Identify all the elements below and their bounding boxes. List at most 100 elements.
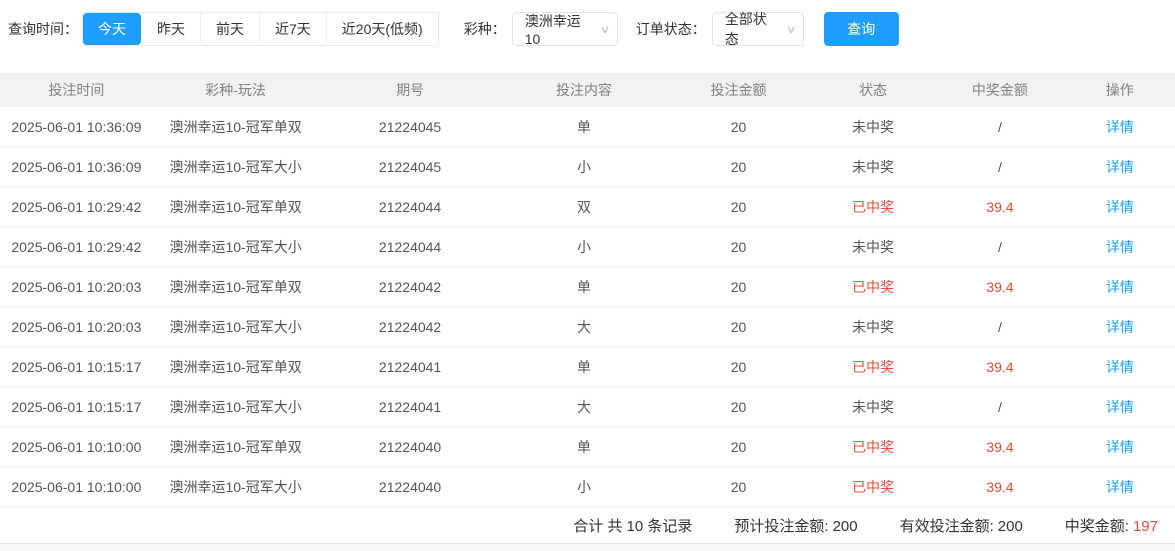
detail-link[interactable]: 详情 [1106,359,1134,375]
table-row: 2025-06-01 10:20:03 澳洲幸运10-冠军大小 21224042… [0,307,1175,348]
issue-cell: 21224040 [318,427,502,468]
action-cell: 详情 [1064,267,1175,308]
game-type-cell: 澳洲幸运10-冠军大小 [152,147,319,188]
game-type-cell: 澳洲幸运10-冠军单双 [152,107,319,148]
status-cell: 未中奖 [810,147,936,188]
detail-link[interactable]: 详情 [1106,479,1134,495]
col-issue: 期号 [318,73,502,107]
time-range-group: 今天 昨天 前天 近7天 近20天(低频) [82,12,439,46]
prize-cell: / [935,387,1065,428]
bet-time-cell: 2025-06-01 10:36:09 [0,147,153,188]
bet-time-cell: 2025-06-01 10:10:00 [0,427,153,468]
bet-time-cell: 2025-06-01 10:20:03 [0,307,153,348]
game-type-cell: 澳洲幸运10-冠军单双 [152,427,319,468]
prize-cell: 39.4 [935,467,1065,508]
action-cell: 详情 [1064,387,1175,428]
issue-cell: 21224045 [318,147,502,188]
table-row: 2025-06-01 10:29:42 澳洲幸运10-冠军大小 21224044… [0,227,1175,268]
issue-cell: 21224044 [318,187,502,228]
detail-link[interactable]: 详情 [1106,399,1134,415]
issue-cell: 21224042 [318,267,502,308]
bet-content-cell: 小 [501,147,667,188]
lottery-select-value: 澳洲幸运10 [524,13,581,47]
bet-history-page: 查询时间： 今天 昨天 前天 近7天 近20天(低频) 彩种： 澳洲幸运10 ∨ 订单状… [0,0,1175,551]
action-cell: 详情 [1064,307,1175,348]
bet-amount-cell: 20 [666,347,811,388]
bet-amount-cell: 20 [666,467,811,508]
status-cell: 已中奖 [810,467,936,508]
action-cell: 详情 [1064,227,1175,268]
bet-records-table: 投注时间 彩种-玩法 期号 投注内容 投注金额 状态 中奖金额 操作 2025-… [0,73,1175,508]
bet-amount-cell: 20 [666,387,811,428]
status-cell: 未中奖 [810,227,936,268]
detail-link[interactable]: 详情 [1106,319,1134,335]
bet-amount-cell: 20 [666,227,811,268]
detail-link[interactable]: 详情 [1106,159,1134,175]
game-type-cell: 澳洲幸运10-冠军大小 [152,467,319,508]
query-time-label: 查询时间： [8,21,78,37]
table-row: 2025-06-01 10:29:42 澳洲幸运10-冠军单双 21224044… [0,187,1175,228]
issue-cell: 21224041 [318,387,502,428]
prize-cell: / [935,227,1065,268]
bet-time-cell: 2025-06-01 10:15:17 [0,387,153,428]
col-game-type: 彩种-玩法 [152,73,319,107]
detail-link[interactable]: 详情 [1106,279,1134,295]
order-status-label: 订单状态： [635,21,706,37]
table-row: 2025-06-01 10:10:00 澳洲幸运10-冠军单双 21224040… [0,427,1175,468]
chevron-down-icon: ∨ [599,23,611,36]
bet-amount-cell: 20 [666,307,811,348]
status-cell: 未中奖 [810,107,936,148]
time-range-option[interactable]: 近7天 [259,13,326,45]
bet-content-cell: 小 [501,467,667,508]
valid-bet-amount: 有效投注金额: 200 [899,517,1023,535]
action-cell: 详情 [1064,147,1175,188]
table-header: 投注时间 彩种-玩法 期号 投注内容 投注金额 状态 中奖金额 操作 [0,73,1175,107]
bet-amount-cell: 20 [666,147,811,188]
issue-cell: 21224041 [318,347,502,388]
detail-link[interactable]: 详情 [1106,239,1134,255]
table-row: 2025-06-01 10:10:00 澳洲幸运10-冠军大小 21224040… [0,467,1175,508]
filter-bar: 查询时间： 今天 昨天 前天 近7天 近20天(低频) 彩种： 澳洲幸运10 ∨ 订单状… [0,0,1175,47]
action-cell: 详情 [1064,347,1175,388]
bet-time-cell: 2025-06-01 10:10:00 [0,467,153,508]
game-type-cell: 澳洲幸运10-冠军单双 [152,267,319,308]
status-cell: 已中奖 [810,427,936,468]
time-range-option[interactable]: 今天 [83,13,141,45]
time-range-option[interactable]: 昨天 [141,13,200,45]
col-status: 状态 [810,73,936,107]
status-cell: 已中奖 [810,187,936,228]
total-records: 合计 共 10 条记录 [573,517,693,535]
col-action: 操作 [1064,73,1175,107]
table-row: 2025-06-01 10:15:17 澳洲幸运10-冠军单双 21224041… [0,347,1175,388]
detail-link[interactable]: 详情 [1106,119,1134,135]
status-cell: 未中奖 [810,387,936,428]
bet-amount-cell: 20 [666,107,811,148]
game-type-cell: 澳洲幸运10-冠军大小 [152,387,319,428]
issue-cell: 21224040 [318,467,502,508]
table-body: 2025-06-01 10:36:09 澳洲幸运10-冠军单双 21224045… [0,107,1175,508]
bet-time-cell: 2025-06-01 10:29:42 [0,227,153,268]
status-cell: 未中奖 [810,307,936,348]
prize-cell: 39.4 [935,187,1065,228]
prize-cell: 39.4 [935,347,1065,388]
time-range-option[interactable]: 近20天(低频) [325,13,438,45]
prize-cell: / [935,307,1065,348]
detail-link[interactable]: 详情 [1106,439,1134,455]
lottery-select[interactable]: 澳洲幸运10 ∨ [511,12,618,47]
table-row: 2025-06-01 10:36:09 澳洲幸运10-冠军大小 21224045… [0,147,1175,188]
action-cell: 详情 [1064,467,1175,508]
prize-cell: / [935,147,1065,188]
lottery-label: 彩种： [463,21,506,37]
bet-content-cell: 单 [501,347,667,388]
total-prize-amount: 中奖金额: 197 [1064,517,1158,535]
bet-amount-cell: 20 [666,267,811,308]
prize-cell: / [935,107,1065,148]
order-status-select[interactable]: 全部状态 ∨ [711,11,804,47]
bet-time-cell: 2025-06-01 10:36:09 [0,107,153,148]
prize-cell: 39.4 [935,267,1065,308]
search-button[interactable]: 查询 [823,12,899,46]
bet-amount-cell: 20 [666,187,811,228]
detail-link[interactable]: 详情 [1106,199,1134,215]
time-range-option[interactable]: 前天 [200,13,259,45]
table-row: 2025-06-01 10:15:17 澳洲幸运10-冠军大小 21224041… [0,387,1175,428]
